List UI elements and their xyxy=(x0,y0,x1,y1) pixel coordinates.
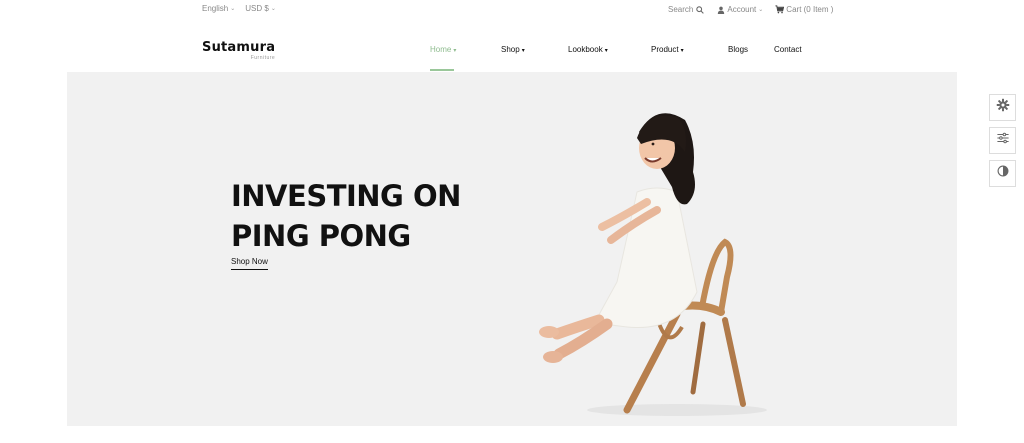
top-bar-right: Search Account ⌄ Cart (0 Item ) xyxy=(668,5,833,14)
contrast-icon xyxy=(996,164,1010,183)
search-icon xyxy=(695,5,704,14)
top-bar: English ⌄ USD $ ⌄ Search Account ⌄ Cart … xyxy=(0,0,1024,20)
nav-item-label: Product xyxy=(651,45,679,54)
side-tools xyxy=(989,94,1016,187)
cart-label: Cart (0 Item ) xyxy=(786,5,834,14)
nav-item-home[interactable]: Home ▾ xyxy=(430,45,456,54)
hero-image xyxy=(539,113,767,416)
chevron-down-icon: ⌄ xyxy=(270,6,276,12)
main-header: Sutamura Furniture Home ▾ Shop ▾ Lookbook ▾… xyxy=(0,30,1024,72)
search-button[interactable]: Search xyxy=(668,5,704,14)
nav-item-label: Blogs xyxy=(728,45,749,54)
caret-down-icon: ▾ xyxy=(453,48,457,54)
hero-headline: INVESTING ON PING PONG xyxy=(231,176,461,256)
filter-button[interactable] xyxy=(989,127,1016,154)
nav-item-label: Shop xyxy=(501,45,520,54)
hero-headline-line-2: PING PONG xyxy=(231,219,411,253)
nav-item-label: Contact xyxy=(774,45,802,54)
hero-headline-line-1: INVESTING ON xyxy=(231,179,461,213)
hero-banner: INVESTING ON PING PONG Shop Now xyxy=(67,72,957,426)
cart-icon xyxy=(775,5,785,14)
cart-button[interactable]: Cart (0 Item ) xyxy=(775,5,833,14)
nav-item-label: Lookbook xyxy=(568,45,603,54)
caret-down-icon: ▾ xyxy=(604,48,608,54)
top-bar-left: English ⌄ USD $ ⌄ xyxy=(202,4,276,13)
account-label: Account xyxy=(727,5,757,14)
main-nav: Home ▾ Shop ▾ Lookbook ▾ Product ▾ Blogs Con… xyxy=(0,45,1024,65)
nav-item-label: Home xyxy=(430,45,452,54)
currency-label: USD $ xyxy=(245,4,269,13)
nav-item-blogs[interactable]: Blogs xyxy=(728,45,748,54)
chevron-down-icon: ⌄ xyxy=(758,7,764,13)
settings-button[interactable] xyxy=(989,94,1016,121)
gear-icon xyxy=(996,98,1010,117)
caret-down-icon: ▾ xyxy=(521,48,525,54)
active-nav-underline xyxy=(430,69,454,71)
language-label: English xyxy=(202,4,229,13)
language-selector[interactable]: English ⌄ xyxy=(202,4,235,13)
search-label: Search xyxy=(668,5,694,14)
nav-item-contact[interactable]: Contact xyxy=(774,45,802,54)
chevron-down-icon: ⌄ xyxy=(230,6,236,12)
currency-selector[interactable]: USD $ ⌄ xyxy=(245,4,276,13)
sliders-icon xyxy=(996,131,1010,150)
nav-item-shop[interactable]: Shop ▾ xyxy=(501,45,525,54)
contrast-button[interactable] xyxy=(989,160,1016,187)
caret-down-icon: ▾ xyxy=(680,48,684,54)
shop-now-link[interactable]: Shop Now xyxy=(231,257,268,270)
nav-item-product[interactable]: Product ▾ xyxy=(651,45,684,54)
user-icon xyxy=(716,5,725,14)
nav-item-lookbook[interactable]: Lookbook ▾ xyxy=(568,45,608,54)
account-button[interactable]: Account ⌄ xyxy=(716,5,763,14)
